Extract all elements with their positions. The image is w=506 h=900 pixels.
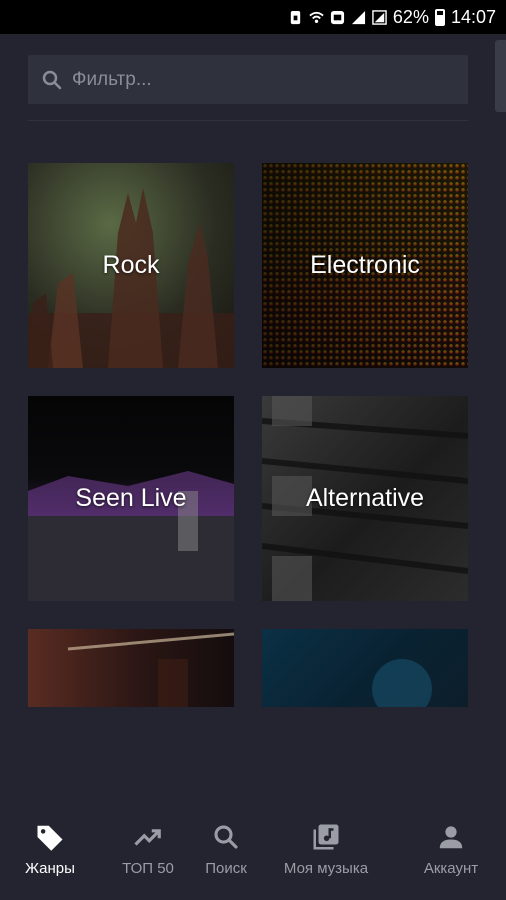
genre-tile-5[interactable] — [28, 629, 234, 707]
signal-icon-2 — [372, 9, 387, 25]
divider — [28, 120, 468, 121]
library-music-icon — [313, 824, 339, 850]
battery-icon — [434, 8, 445, 26]
nav-label: ТОП 50 — [122, 860, 174, 877]
nav-search[interactable]: Поиск — [196, 800, 256, 900]
bottom-navigation: Жанры ТОП 50 Поиск Моя музыка Аккаунт — [0, 800, 506, 900]
filter-input[interactable]: Фильтр... — [28, 55, 468, 104]
clock: 14:07 — [450, 6, 496, 27]
sim-icon — [288, 10, 303, 25]
nav-account[interactable]: Аккаунт — [396, 800, 506, 900]
tag-icon — [37, 825, 63, 851]
account-icon — [439, 826, 463, 849]
guitar-image — [67, 632, 234, 707]
status-bar: 62% 14:07 — [0, 0, 506, 34]
genre-label: Seen Live — [75, 484, 187, 512]
nav-genres[interactable]: Жанры — [0, 800, 100, 900]
nav-label: Моя музыка — [283, 860, 369, 877]
nav-label: Аккаунт — [423, 860, 479, 877]
genre-tile-rock[interactable]: Rock — [28, 163, 234, 368]
genre-tile-alternative[interactable]: Alternative — [262, 396, 468, 601]
signal-icon — [351, 10, 366, 25]
nav-label: Поиск — [205, 860, 247, 877]
battery-percent: 62% — [392, 6, 429, 27]
concert-image — [372, 659, 432, 707]
genre-label: Alternative — [305, 484, 425, 512]
wifi-icon — [309, 10, 324, 25]
nav-label: Жанры — [25, 860, 75, 877]
filter-placeholder: Фильтр... — [72, 68, 152, 90]
genre-tile-6[interactable] — [262, 629, 468, 707]
search-icon — [214, 825, 238, 849]
nav-my-music[interactable]: Моя музыка — [256, 800, 396, 900]
scrollbar-thumb[interactable] — [495, 40, 506, 112]
search-icon — [42, 70, 62, 89]
data-icon — [330, 10, 345, 25]
genre-tile-electronic[interactable]: Electronic — [262, 163, 468, 368]
genre-label: Electronic — [310, 251, 420, 279]
nav-top50[interactable]: ТОП 50 — [100, 800, 196, 900]
trending-icon — [134, 829, 161, 846]
genre-label: Rock — [102, 251, 160, 279]
genre-tile-seen-live[interactable]: Seen Live — [28, 396, 234, 601]
